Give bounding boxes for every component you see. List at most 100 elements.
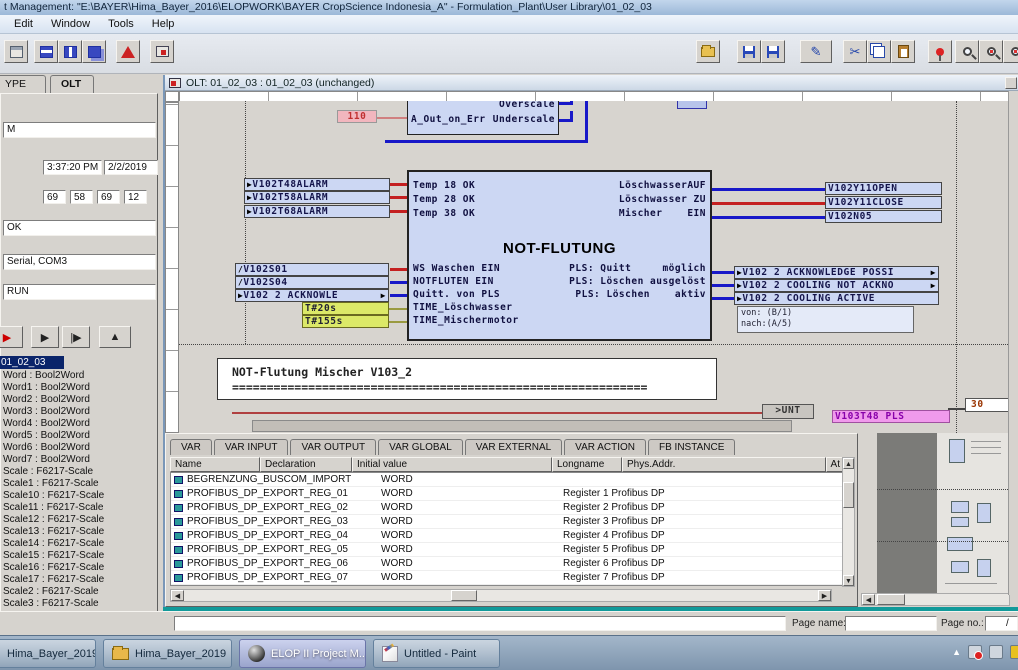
pou-list-item[interactable]: Word2 : Bool2Word [3,394,155,406]
var-column-header[interactable]: Longname [552,457,622,472]
menu-item[interactable]: Edit [6,16,41,32]
page-setup-button[interactable] [4,40,28,63]
com-port-field[interactable]: Serial, COM3 [3,254,156,270]
tab-olt[interactable]: OLT [50,75,94,93]
output-signal-box[interactable]: V102Y11OPEN [825,182,942,195]
counter-field-3[interactable]: 69 [97,190,120,204]
menu-item[interactable]: Window [43,16,98,32]
input-signal-box[interactable]: ▶V102T48ALARM [244,178,390,191]
output-signal-box[interactable]: V102N05 [825,210,942,223]
output-signal-box[interactable]: V102Y11CLOSE [825,196,942,209]
paste-button[interactable] [891,40,915,63]
input-signal-box[interactable]: /V102S01 [235,263,389,276]
scaling-block[interactable]: Overscale Underscale A_Out_on_Err [407,101,559,135]
run-state-field[interactable]: RUN [3,284,156,300]
var-table-row[interactable]: PROFIBUS_DP_EXPORT_REG_04 WORD Register … [171,529,844,543]
var-tab[interactable]: VAR INPUT [214,439,289,455]
open-button[interactable] [696,40,720,63]
var-tab[interactable]: VAR GLOBAL [378,439,463,455]
pou-list-item[interactable]: Word1 : Bool2Word [3,382,155,394]
resource-name-field[interactable]: M [3,122,156,138]
scroll-right-arrow[interactable]: ▶ [818,590,831,601]
counter-field-2[interactable]: 58 [70,190,93,204]
var-table-row[interactable]: PROFIBUS_DP_EXPORT_REG_02 WORD Register … [171,501,844,515]
connector-block[interactable] [677,101,707,109]
var-table-hscrollbar[interactable]: ◀▶ [170,589,832,602]
output-signal-box[interactable]: ▶V102 2 COOLING NOT ACKNO▶ [734,279,939,292]
var-table-row[interactable]: PROFIBUS_DP_EXPORT_REG_07 WORD Register … [171,571,844,585]
jump-target-signal[interactable]: V103T48 PLS [832,410,950,423]
play-button[interactable]: ▶ [31,326,59,348]
counter-field-4[interactable]: 12 [124,190,147,204]
scroll-down-arrow[interactable]: ▼ [843,575,854,586]
record-button[interactable]: ▶ [0,326,23,348]
save-all-button[interactable] [761,40,785,63]
var-tab[interactable]: VAR OUTPUT [290,439,376,455]
pou-list-item[interactable]: Scale12 : F6217-Scale [3,514,155,526]
editor-titlebar[interactable]: OLT: 01_02_03 : 01_02_03 (unchanged) [165,75,1018,91]
tray-expand-icon[interactable]: ▲ [952,647,961,657]
taskbar-button-explorer-2[interactable]: Hima_Bayer_2019 [103,639,232,668]
input-signal-box[interactable]: ▶V102T58ALARM [244,191,390,204]
var-table-vscrollbar[interactable]: ▲▼ [842,457,855,587]
cascade-button[interactable] [82,40,106,63]
output-signal-box[interactable]: ▶V102 2 COOLING ACTIVE [734,292,939,305]
taskbar-button-elop[interactable]: ELOP II Project M... [239,639,366,668]
tray-notification-icon[interactable] [968,645,982,659]
jump-label[interactable]: >UNT [762,404,814,419]
input-signal-box[interactable]: ▶V102 2 ACKNOWLE▶ [235,289,389,302]
taskbar-button-paint[interactable]: Untitled - Paint [373,639,500,668]
date-field[interactable]: 2/2/2019 [104,160,158,175]
pou-list-item[interactable]: Scale10 : F6217-Scale [3,490,155,502]
comment-box[interactable]: NOT-Flutung Mischer V103_2==============… [217,358,717,400]
var-tab[interactable]: VAR [170,439,212,455]
var-column-header[interactable]: Phys.Addr. [622,457,826,472]
pou-list-item[interactable]: Scale17 : F6217-Scale [3,574,155,586]
time-constant-box[interactable]: T#20s [302,302,389,315]
editor-maximize-button[interactable] [1005,77,1017,89]
pou-list-item[interactable]: Scale16 : F6217-Scale [3,562,155,574]
menu-item[interactable]: Help [144,16,183,32]
bookmark-button[interactable] [928,40,952,63]
eject-button[interactable]: ▲ [99,326,131,348]
var-tab[interactable]: FB INSTANCE [648,439,735,455]
var-column-header[interactable]: Declaration [260,457,352,472]
pou-list-item[interactable]: Word5 : Bool2Word [3,430,155,442]
input-signal-box[interactable]: ▶V102T68ALARM [244,205,390,218]
taskbar-button-explorer-1[interactable]: Hima_Bayer_2019 [0,639,96,668]
pou-list-item[interactable]: Scale1 : F6217-Scale [3,478,155,490]
edit-pen-button[interactable]: ✎ [800,40,832,63]
pou-list-item[interactable]: Scale11 : F6217-Scale [3,502,155,514]
pou-list-item[interactable]: Word3 : Bool2Word [3,406,155,418]
jump-value-box[interactable]: 30 [965,398,1010,412]
var-column-header[interactable]: Initial value [352,457,552,472]
pou-list-item[interactable]: Word : Bool2Word [3,370,155,382]
pou-list-item[interactable]: Word4 : Bool2Word [3,418,155,430]
selected-pou-item[interactable]: 01_02_03 [0,356,64,369]
tray-partial-icon[interactable] [1010,645,1018,659]
scroll-left-arrow[interactable]: ◀ [862,594,875,605]
const-value-box[interactable]: 110 [337,110,377,123]
editor-vscrollbar[interactable] [1008,91,1018,595]
var-tab[interactable]: VAR EXTERNAL [465,439,562,455]
cycle-time-field[interactable]: 3:37:20 PM [43,160,102,175]
scroll-up-arrow[interactable]: ▲ [843,458,854,469]
copy-button[interactable] [867,40,891,63]
var-table-row[interactable]: PROFIBUS_DP_EXPORT_REG_06 WORD Register … [171,557,844,571]
menu-item[interactable]: Tools [100,16,142,32]
zoom-fit-button[interactable] [955,40,979,63]
app-titlebar[interactable]: t Management: "E:\BAYER\Hima_Bayer_2016\… [0,0,1018,15]
var-tab[interactable]: VAR ACTION [564,439,646,455]
zoom-in-button[interactable] [979,40,1003,63]
scroll-left-arrow[interactable]: ◀ [171,590,184,601]
save-button[interactable] [737,40,761,63]
var-column-header[interactable]: Name [170,457,260,472]
cut-button[interactable]: ✂ [843,40,867,63]
time-constant-box[interactable]: T#155s [302,315,389,328]
pou-list-item[interactable]: Scale13 : F6217-Scale [3,526,155,538]
tab-type[interactable]: YPE [0,75,46,93]
var-table-row[interactable]: PROFIBUS_DP_EXPORT_REG_05 WORD Register … [171,543,844,557]
var-table-row[interactable]: PROFIBUS_DP_EXPORT_REG_03 WORD Register … [171,515,844,529]
pou-list-item[interactable]: Scale : F6217-Scale [3,466,155,478]
pou-list-item[interactable]: Scale15 : F6217-Scale [3,550,155,562]
